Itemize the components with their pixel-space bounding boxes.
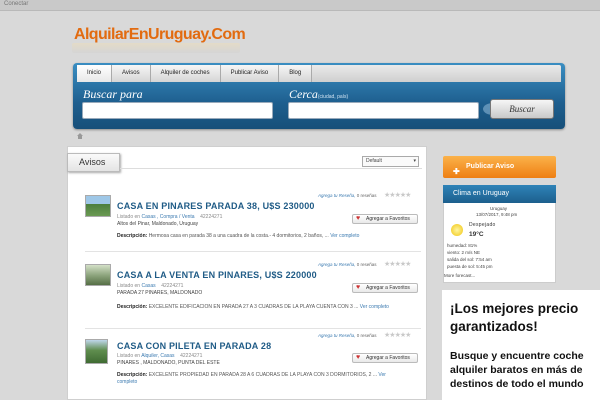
search-near-input[interactable] [288,102,479,119]
star-icon: ★ [405,332,411,339]
weather-humidity: humedad: 81% [447,243,478,248]
add-favorite-button[interactable]: ♥ Agregar a Favoritos [352,214,418,224]
listing-divider [85,328,421,329]
add-review-link[interactable]: Agrega tu Reseña, [318,193,356,198]
listing-thumbnail[interactable] [85,339,108,364]
sort-select[interactable]: Default ▾ [362,156,419,167]
review-count: 0 reseñas [356,193,377,198]
weather-city: Uruguay [490,206,508,211]
heart-icon: ♥ [356,215,361,222]
review-info: Agrega tu Reseña, 0 reseñas [318,262,377,267]
listing-location: Altos del Pinar, Maldonado, Uruguay [117,221,199,227]
view-full-link[interactable]: Ver completo [360,304,389,310]
add-favorite-button[interactable]: ♥ Agregar a Favoritos [352,353,418,363]
listing-category-link[interactable]: Casas , Compra / Venta [141,214,194,220]
heart-icon: ♥ [356,284,361,291]
weather-wind: viento: 2 m/s NE [447,250,481,255]
add-favorite-button[interactable]: ♥ Agregar a Favoritos [352,283,418,293]
nav-item-alquiler-coches[interactable]: Alquiler de coches [150,65,221,82]
listing-description: Descripción: Hermosa casa en parada 38 a… [117,233,360,239]
rating-stars: ★★★★★ [384,191,411,199]
section-rule [120,168,422,169]
listing-description: Descripción: EXCELENTE PROPIEDAD EN PARA… [117,372,386,385]
listing-category-link[interactable]: Alquiler, Casas [141,353,174,359]
listing-thumbnail[interactable] [85,264,111,286]
review-info: Agrega tu Reseña, 0 reseñas [318,333,377,338]
review-count: 0 reseñas [356,262,377,267]
listing-title[interactable]: CASA EN PINARES PARADA 38, U$S 230000 [117,201,315,211]
rating-stars: ★★★★★ [384,331,411,339]
nav-item-avisos[interactable]: Avisos [112,65,151,82]
listing-id: 42224271 [180,353,203,359]
main-nav: Inicio Avisos Alquiler de coches Publica… [77,65,313,82]
listing-thumbnail[interactable] [85,195,111,217]
weather-condition: Despejado [469,222,496,228]
connect-link[interactable]: Conectar [4,1,28,7]
sun-icon [451,224,463,236]
search-button[interactable]: Buscar [490,99,554,119]
listing-meta: Listado en Alquiler, Casas 42224271 [117,353,203,359]
publish-ad-button[interactable]: ✚ Publicar Aviso [443,156,556,178]
listing-location: PINARES , MALDONADO, PUNTA DEL ESTE [117,360,220,366]
add-review-link[interactable]: Agrega tu Reseña, [318,262,356,267]
search-query-label: Buscar para [83,87,143,101]
nav-item-blog[interactable]: Blog [279,65,313,82]
review-info: Agrega tu Reseña, 0 reseñas [318,193,377,198]
listing-title[interactable]: CASA CON PILETA EN PARADA 28 [117,341,271,351]
weather-sunrise: salida del sol: 7:54 am [447,257,492,262]
listing-meta: Listado en Casas , Compra / Venta 422242… [117,214,223,220]
search-query-input[interactable] [82,102,273,119]
view-full-link[interactable]: Ver completo [330,233,359,239]
logo-text: AlquilarEnUruguay.Com [74,26,246,43]
listing-id: 42224271 [161,283,184,289]
listing-description: Descripción: EXCELENTE EDIFICACION EN PA… [117,304,389,310]
section-title: Avisos [67,153,120,172]
top-bar: Conectar [0,0,600,11]
listing-id: 42224271 [200,214,223,220]
review-count: 0 reseñas [356,333,377,338]
weather-date: 13/07/2017, 9:48 pm [476,212,518,217]
nav-item-inicio[interactable]: Inicio [77,65,113,82]
site-logo[interactable]: AlquilarEnUruguay.Com [72,23,246,53]
listing-divider [85,251,421,252]
rating-stars: ★★★★★ [384,260,411,268]
search-near-label: Cerca(ciudad, país) [289,87,349,101]
listing-meta: Listado en Casas 42224271 [117,283,184,289]
weather-more-link[interactable]: More forecast... [444,273,475,278]
promo-text: Busque y encuentre coche alquiler baratos… [450,350,584,390]
home-icon[interactable] [77,133,83,139]
listing-category-link[interactable]: Casas [141,283,155,289]
publish-icon: ✚ [453,167,460,176]
logo-shadow [72,43,240,53]
weather-title: Clima en Uruguay [443,185,556,203]
add-review-link[interactable]: Agrega tu Reseña, [318,333,356,338]
promo-heading: ¡Los mejores precio garantizados! [450,301,579,334]
chevron-down-icon: ▾ [413,158,416,164]
nav-item-publicar-aviso[interactable]: Publicar Aviso [220,65,280,82]
sort-value: Default [366,158,382,164]
listing-title[interactable]: CASA A LA VENTA EN PINARES, U$S 220000 [117,270,317,280]
listing-location: PARADA 27 PINARES, MALDONADO [117,290,203,296]
weather-sunset: puesta de sol: 5:45 pm [447,264,493,269]
star-icon: ★ [405,192,411,199]
heart-icon: ♥ [356,354,361,361]
weather-temperature: 19°C [469,231,484,238]
search-near-hint: (ciudad, país) [317,94,349,100]
star-icon: ★ [405,261,411,268]
